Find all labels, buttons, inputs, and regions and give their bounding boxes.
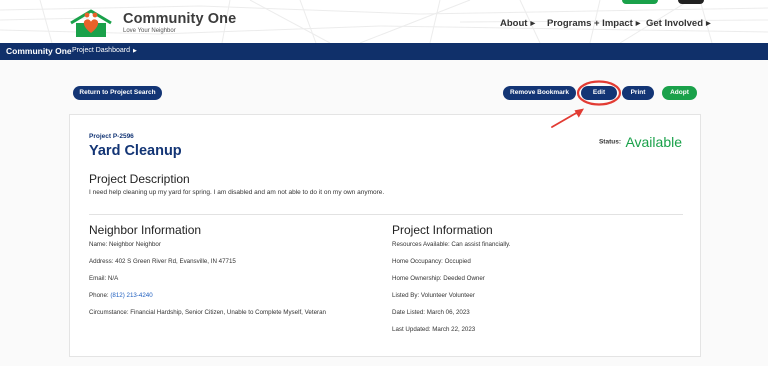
project-id: Project P-2596 xyxy=(89,133,134,140)
neighbor-address: Address: 402 S Green River Rd, Evansvill… xyxy=(89,258,236,265)
edit-button[interactable]: Edit xyxy=(581,86,617,100)
breadcrumb-project-dashboard[interactable]: Project Dashboard ▶ xyxy=(72,47,137,54)
chevron-right-icon: ▶ xyxy=(706,21,711,27)
project-card: Project P-2596 Yard Cleanup Status: Avai… xyxy=(69,114,701,357)
remove-bookmark-button[interactable]: Remove Bookmark xyxy=(503,86,576,100)
home-ownership: Home Ownership: Deeded Owner xyxy=(392,275,485,282)
home-occupancy: Home Occupancy: Occupied xyxy=(392,258,471,265)
chevron-right-icon: ▶ xyxy=(132,48,137,54)
neighbor-name: Name: Neighbor Neighbor xyxy=(89,241,161,248)
brand-name[interactable]: Community One xyxy=(123,11,236,27)
last-updated: Last Updated: March 22, 2023 xyxy=(392,326,476,333)
section-divider xyxy=(89,214,683,215)
neighbor-phone-row: Phone: (812) 213-4240 xyxy=(89,292,153,299)
nav-get-involved-label: Get Involved xyxy=(646,18,704,29)
brand-tagline: Love Your Neighbor xyxy=(123,28,176,34)
nav-about[interactable]: About ▶ xyxy=(500,18,535,29)
phone-link[interactable]: (812) 213-4240 xyxy=(110,292,152,299)
site-header: Community One Love Your Neighbor About ▶ … xyxy=(0,0,768,43)
resources-available: Resources Available: Can assist financia… xyxy=(392,241,511,248)
nav-programs-label: Programs + Impact xyxy=(547,18,633,29)
date-listed: Date Listed: March 06, 2023 xyxy=(392,309,470,316)
chevron-right-icon: ▶ xyxy=(530,21,536,27)
neighbor-information-heading: Neighbor Information xyxy=(89,223,202,237)
adopt-button[interactable]: Adopt xyxy=(662,86,697,100)
neighbor-circumstance: Circumstance: Financial Hardship, Senior… xyxy=(89,309,326,316)
breadcrumb-bar: Community One Project Dashboard ▶ xyxy=(0,43,768,60)
breadcrumb-page-label: Project Dashboard xyxy=(72,47,130,54)
top-dark-button-edge[interactable] xyxy=(678,0,704,4)
status-value: Available xyxy=(625,133,682,150)
nav-get-involved[interactable]: Get Involved ▶ xyxy=(646,18,711,29)
house-heart-logo-icon xyxy=(70,9,112,37)
project-title: Yard Cleanup xyxy=(89,143,182,159)
status-badge: Status: Available xyxy=(599,133,682,151)
status-label: Status: xyxy=(598,138,621,146)
nav-about-label: About xyxy=(500,18,528,29)
chevron-right-icon: ▶ xyxy=(635,21,641,27)
neighbor-email: Email: N/A xyxy=(89,275,119,282)
project-description-text: I need help cleaning up my yard for spri… xyxy=(89,189,385,196)
return-to-project-search-button[interactable]: Return to Project Search xyxy=(73,86,162,100)
project-information-heading: Project Information xyxy=(392,223,493,237)
print-button[interactable]: Print xyxy=(622,86,654,100)
breadcrumb-home[interactable]: Community One xyxy=(6,46,72,56)
project-description-heading: Project Description xyxy=(89,172,190,186)
top-green-button-edge[interactable] xyxy=(622,0,658,4)
phone-label: Phone: xyxy=(89,292,111,299)
nav-programs-impact[interactable]: Programs + Impact ▶ xyxy=(547,18,640,29)
listed-by: Listed By: Volunteer Volunteer xyxy=(392,292,475,299)
